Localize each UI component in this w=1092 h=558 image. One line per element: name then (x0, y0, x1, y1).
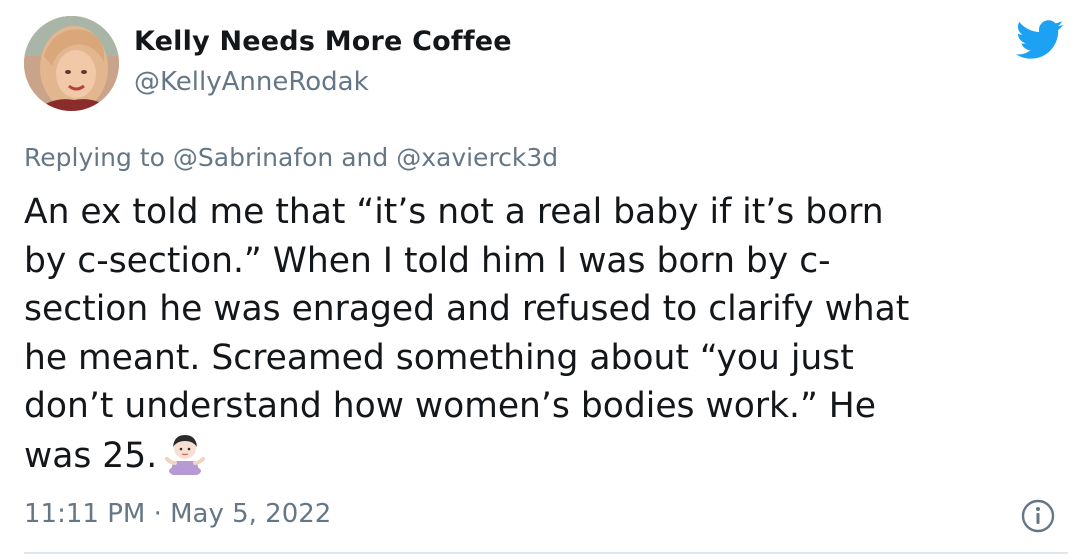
person-shrugging-emoji (163, 431, 207, 477)
tweet-line-text: was 25. (24, 435, 158, 476)
display-name[interactable]: Kelly Needs More Coffee (134, 22, 512, 62)
tweet-line: don’t understand how women’s bodies work… (24, 386, 876, 426)
avatar-image (24, 16, 119, 111)
tweet-line: section he was enraged and refused to cl… (24, 289, 910, 329)
twitter-bird-icon[interactable] (1016, 20, 1064, 60)
footer-divider (24, 552, 1068, 554)
replying-to[interactable]: Replying to @Sabrinafon and @xavierck3d (24, 138, 558, 178)
tweet-author[interactable]: Kelly Needs More Coffee @KellyAnneRodak (134, 22, 512, 102)
tweet-line: by c-section.” When I told him I was bor… (24, 240, 831, 281)
tweet-line: he meant. Screamed something about “you … (24, 337, 854, 378)
tweet-line: An ex told me that “it’s not a real baby… (24, 192, 884, 232)
info-icon[interactable] (1020, 498, 1056, 534)
tweet-text: An ex told me that “it’s not a real baby… (24, 188, 1074, 480)
avatar[interactable] (24, 16, 119, 111)
user-handle[interactable]: @KellyAnneRodak (134, 62, 512, 102)
tweet-timestamp[interactable]: 11:11 PM · May 5, 2022 (24, 494, 331, 534)
tweet-line-last: was 25. (24, 431, 1074, 481)
